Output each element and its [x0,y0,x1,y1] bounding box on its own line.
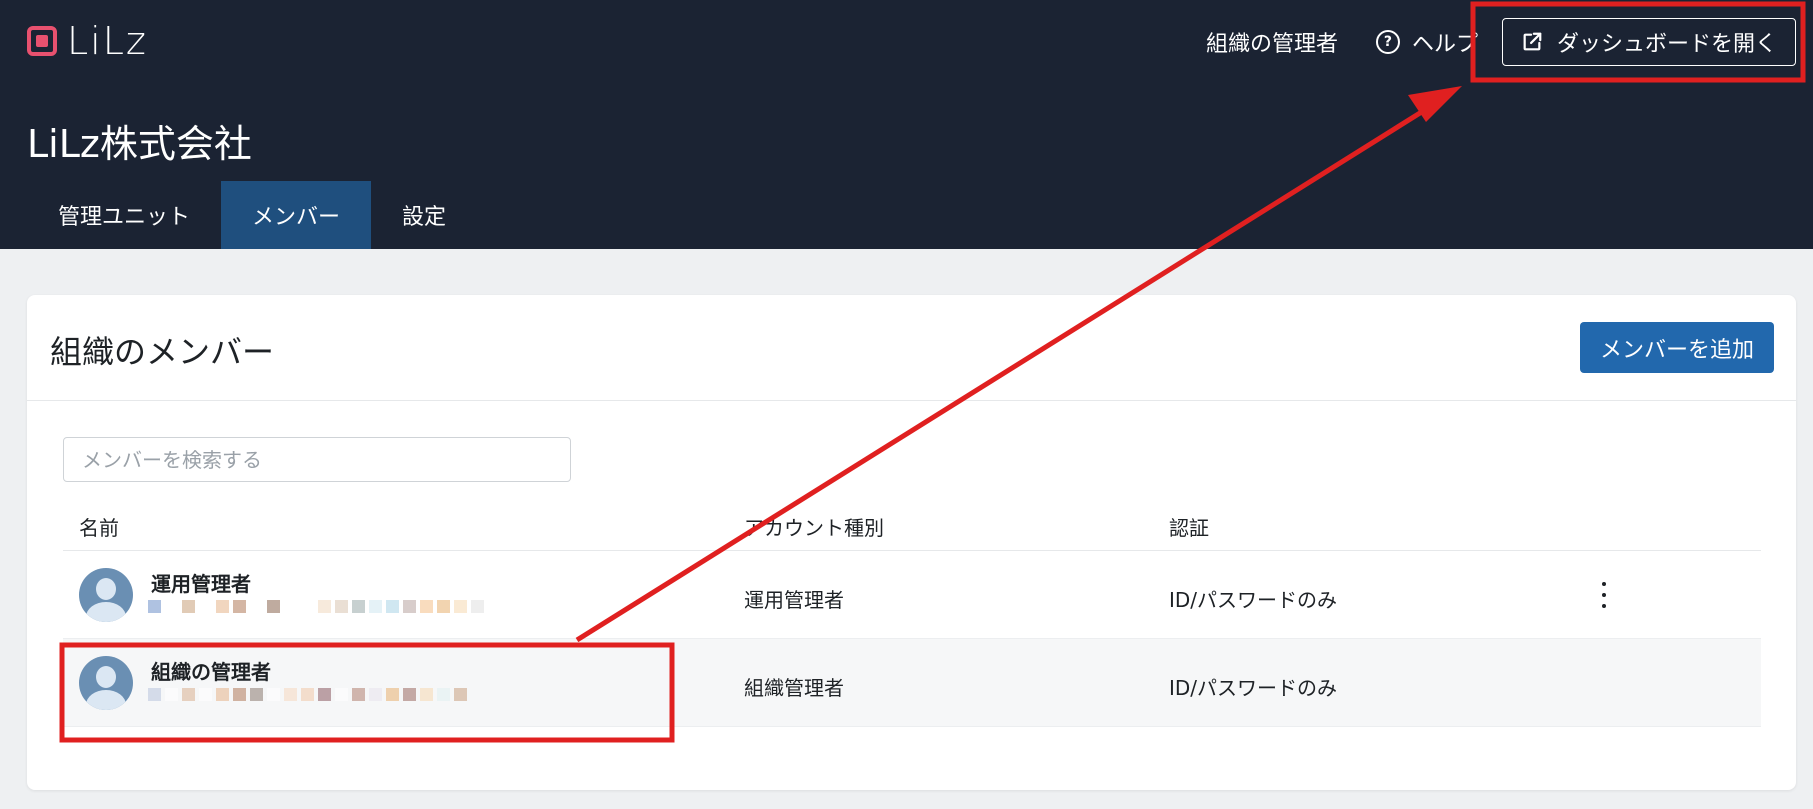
member-search-input[interactable] [63,437,571,482]
logo-text: LiLz [67,19,148,63]
top-nav: 組織の管理者 ? ヘルプ ダッシュボードを開く [1206,16,1796,68]
member-name: 運用管理者 [151,572,251,596]
help-icon: ? [1375,30,1400,54]
tab-settings[interactable]: 設定 [371,181,477,249]
org-name: LiLz株式会社 [27,122,252,166]
lilz-logo-icon [27,26,57,56]
lilz-logo[interactable]: LiLz [27,22,148,60]
help-link[interactable]: ? ヘルプ [1375,26,1478,58]
account-type: 運用管理者 [744,588,844,612]
app-header: LiLz 組織の管理者 ? ヘルプ ダッシュボードを開く LiLz株式会社 管理… [0,0,1813,249]
member-name: 組織の管理者 [151,660,271,684]
table-row[interactable]: 運用管理者 運用管理者 ID/パスワードのみ [63,551,1761,639]
table-row[interactable]: 組織の管理者 組織管理者 ID/パスワードのみ [63,639,1761,727]
column-header-auth: 認証 [1169,516,1209,540]
auth-method: ID/パスワードのみ [1169,588,1338,612]
column-header-account-type: アカウント種別 [744,516,884,540]
member-email-redacted [148,687,467,701]
member-email-redacted [148,599,484,613]
open-dashboard-label: ダッシュボードを開く [1556,32,1777,57]
add-member-button[interactable]: メンバーを追加 [1579,322,1774,373]
table-header: 名前 アカウント種別 認証 [63,500,1761,551]
avatar [79,568,133,622]
column-header-name: 名前 [79,516,119,540]
tab-management-units[interactable]: 管理ユニット [27,181,221,249]
tab-members[interactable]: メンバー [221,181,372,249]
open-dashboard-button[interactable]: ダッシュボードを開く [1501,18,1796,66]
members-card: 組織のメンバー メンバーを追加 名前 アカウント種別 認証 運用管理者 運用管理… [27,295,1796,790]
tab-bar: 管理ユニット メンバー 設定 [27,181,477,249]
external-link-icon [1523,32,1542,51]
help-label: ヘルプ [1411,32,1478,57]
card-header: 組織のメンバー メンバーを追加 [27,295,1796,401]
more-options-icon[interactable] [1597,582,1611,608]
auth-method: ID/パスワードのみ [1169,676,1338,700]
avatar [79,656,133,710]
page-title: 組織のメンバー [50,333,275,371]
account-type: 組織管理者 [744,676,844,700]
members-table: 名前 アカウント種別 認証 運用管理者 運用管理者 ID/パスワードのみ 組織の… [63,500,1761,727]
org-admin-link[interactable]: 組織の管理者 [1206,26,1338,58]
